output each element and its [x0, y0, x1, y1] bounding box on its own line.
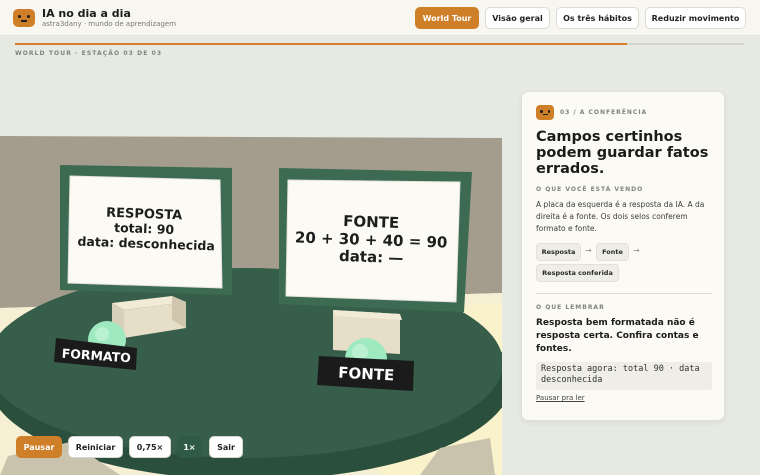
seeing-label: O QUE VOCÊ ESTÁ VENDO [536, 186, 644, 193]
nav-visao-geral[interactable]: Visão geral [485, 7, 550, 29]
top-bar: IA no dia a dia astra3dany · mundo de ap… [0, 0, 760, 36]
brand-subtitle: astra3dany · mundo de aprendizagem [42, 20, 177, 28]
chip-fonte[interactable]: Fonte [596, 243, 629, 261]
nav-reduzir-movimento[interactable]: Reduzir movimento [645, 7, 746, 29]
logo-icon [13, 9, 35, 27]
station-info-panel: 03 / A CONFERÊNCIA Campos certinhos pode… [521, 91, 725, 421]
source-sign-label: FONTE [338, 364, 395, 385]
pause-button[interactable]: Pausar [16, 436, 62, 458]
tour-progress-bar [15, 43, 744, 45]
remember-text: Resposta bem formatada não é resposta ce… [536, 318, 699, 354]
restart-button[interactable]: Reiniciar [68, 436, 123, 458]
arrow-right-icon: → [633, 246, 640, 255]
seeing-text: A placa da esquerda é a resposta da IA. … [536, 200, 705, 233]
panel-title: Campos certinhos podem guardar fatos err… [536, 129, 709, 177]
speed-075-button[interactable]: 0,75× [129, 436, 171, 458]
source-sign: FONTE [317, 356, 414, 391]
brand-title: IA no dia a dia [42, 7, 131, 20]
speed-1x-button[interactable]: 1× [177, 436, 202, 458]
exit-button[interactable]: Sair [209, 436, 243, 458]
nav-tres-habitos[interactable]: Os três hábitos [556, 7, 639, 29]
source-board-line2: data: — [339, 247, 404, 267]
chip-resposta-conferida[interactable]: Resposta conferida [536, 264, 619, 282]
pause-to-read-link[interactable]: Pausar pra ler [536, 394, 585, 402]
panel-divider [536, 293, 712, 294]
remember-label: O QUE LEMBRAR [536, 304, 605, 311]
answer-board: RESPOSTA total: 90 data: desconhecida [60, 165, 232, 295]
mascot-icon [536, 105, 554, 120]
scene-viewport[interactable]: RESPOSTA total: 90 data: desconhecida FO… [0, 58, 502, 475]
nav-world-tour[interactable]: World Tour [415, 7, 479, 29]
tour-progress-fill [15, 43, 628, 45]
station-label: WORLD TOUR · ESTAÇÃO 03 DE 03 [15, 50, 163, 57]
answer-now-readout: Resposta agora: total 90 · data desconhe… [536, 362, 712, 390]
panel-kicker: 03 / A CONFERÊNCIA [560, 109, 648, 116]
source-board: FONTE 20 + 30 + 40 = 90 data: — [279, 168, 472, 312]
chip-resposta[interactable]: Resposta [536, 243, 581, 261]
arrow-right-icon: → [585, 246, 592, 255]
source-board-title: FONTE [343, 212, 400, 232]
